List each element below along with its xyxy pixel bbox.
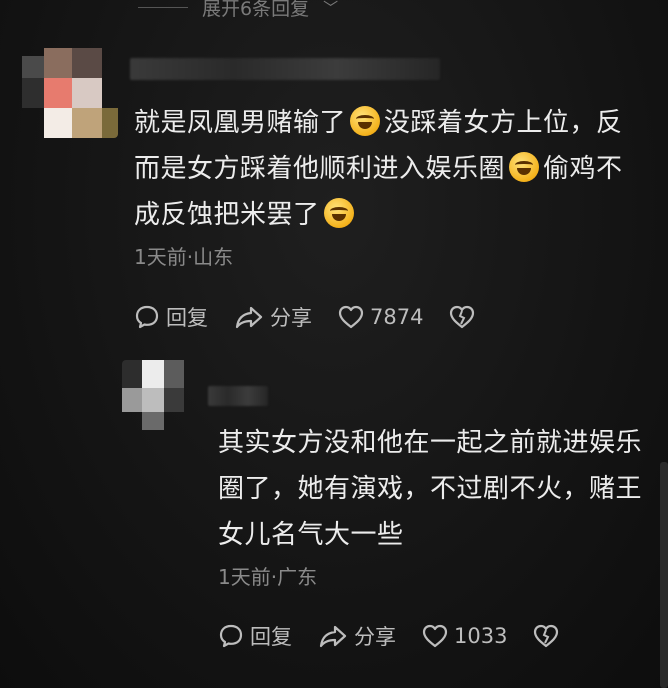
like-button[interactable]: 1033 — [422, 624, 507, 648]
divider — [138, 6, 188, 8]
username[interactable] — [130, 58, 440, 80]
smile-emoji-icon — [323, 198, 354, 228]
username[interactable] — [208, 386, 268, 406]
comment-icon — [134, 304, 160, 330]
dislike-button[interactable] — [449, 305, 475, 329]
comment-actions: 回复 分享 7874 — [134, 302, 501, 332]
comment-meta: 1天前·广东 — [218, 565, 318, 589]
expand-replies[interactable]: 展开6条回复 ﹀ — [138, 0, 338, 22]
reply-button[interactable]: 回复 — [218, 621, 292, 651]
share-button[interactable]: 分享 — [318, 621, 396, 651]
share-label: 分享 — [354, 625, 396, 649]
like-count: 1033 — [454, 624, 508, 648]
heart-icon — [422, 624, 448, 648]
comment-meta: 1天前·山东 — [134, 245, 234, 269]
scrollbar[interactable] — [660, 462, 668, 688]
heart-icon — [338, 305, 364, 329]
reply-label: 回复 — [250, 625, 292, 649]
like-button[interactable]: 7874 — [338, 305, 423, 329]
avatar[interactable] — [122, 360, 202, 430]
share-icon — [318, 623, 348, 649]
reply-button[interactable]: 回复 — [134, 302, 208, 332]
comment-text: 就是凤凰男赌输了 没踩着女方上位，反 而是女方踩着他顺利进入娱乐圈 偷鸡不 成反蚀把… — [134, 106, 623, 230]
like-count: 7874 — [370, 305, 424, 329]
expand-replies-label: 展开6条回复 — [202, 0, 310, 20]
smile-emoji-icon — [509, 152, 540, 182]
reply-label: 回复 — [166, 306, 208, 330]
dislike-icon — [449, 305, 475, 329]
comment-actions: 回复 分享 1033 — [218, 621, 585, 651]
comment-icon — [218, 623, 244, 649]
smile-emoji-icon — [350, 106, 381, 136]
chevron-down-icon: ﹀ — [323, 0, 339, 17]
share-icon — [234, 304, 264, 330]
avatar[interactable] — [22, 48, 118, 138]
share-button[interactable]: 分享 — [234, 302, 312, 332]
comment-text: 其实女方没和他在一起之前就进娱乐 圈了，她有演戏，不过剧不火，赌王 女儿名气大一… — [218, 428, 643, 550]
dislike-button[interactable] — [533, 624, 559, 648]
dislike-icon — [533, 624, 559, 648]
share-label: 分享 — [270, 306, 312, 330]
